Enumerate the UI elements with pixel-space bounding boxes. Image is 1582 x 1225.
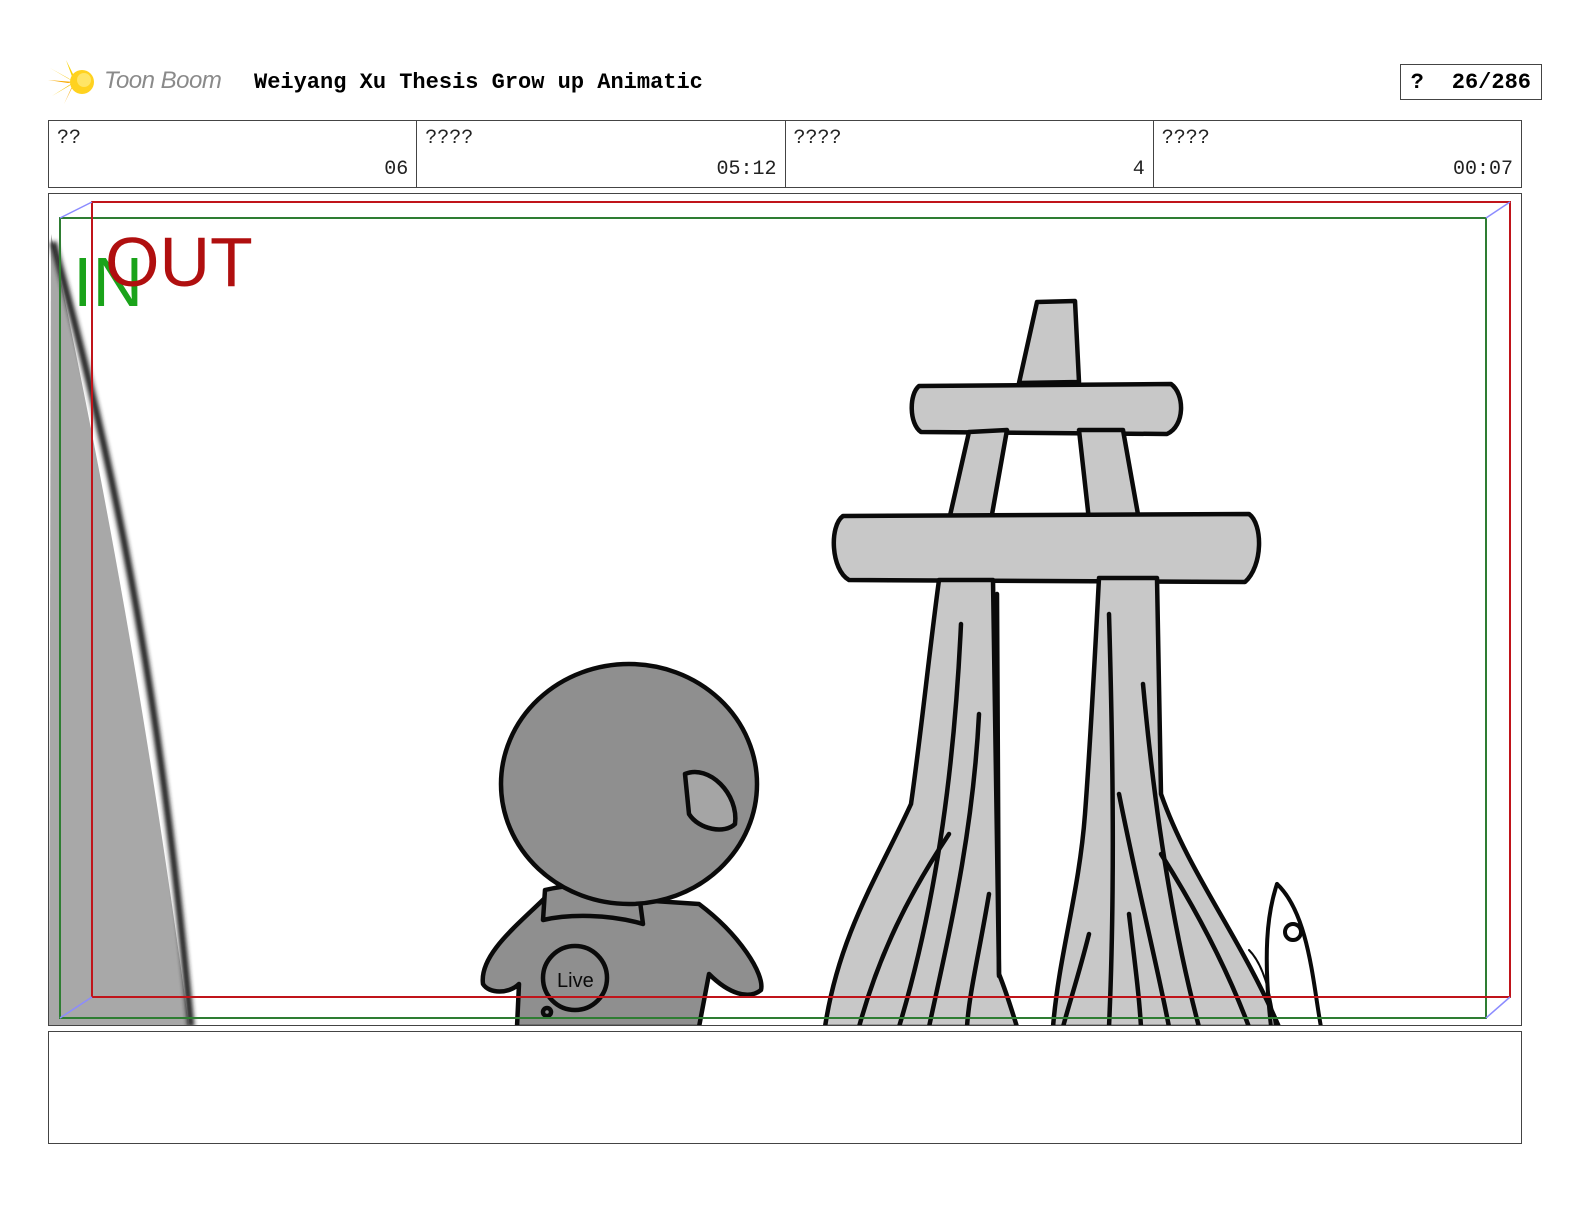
info-label: ???? [425,127,474,150]
page-indicator: ? 26/286 [1399,64,1542,100]
toon-boom-logo-icon [48,58,100,106]
character-drawing: Live [480,661,764,1025]
info-label: ?? [57,127,82,150]
storyboard-panel: Live IN OUT [48,193,1522,1026]
frame-guides [59,201,1511,1019]
page-number: 26/286 [1451,69,1531,95]
panel-drawing: Live IN OUT [49,201,1511,1025]
patch-text: Live [557,970,594,992]
page-header: Toon Boom Weiyang Xu Thesis Grow up Anim… [48,58,1542,106]
gate-drawing [823,298,1281,1025]
info-value: 05:12 [716,158,777,181]
project-title: Weiyang Xu Thesis Grow up Animatic [254,70,703,95]
page-label: ? [1410,69,1424,95]
info-value: 00:07 [1452,158,1513,181]
info-value: 06 [384,158,409,181]
notes-box[interactable] [48,1031,1522,1144]
panel-info-row: ?? 06 ???? 05:12 ???? 4 ???? 00:07 [48,120,1522,188]
info-label: ???? [1161,127,1210,150]
info-cell-shot: ???? 4 [786,121,1154,187]
info-cell-panel: ?? 06 [49,121,418,187]
info-value: 4 [1132,158,1145,181]
info-cell-scene: ???? 05:12 [417,121,786,187]
logo-text: Toon Boom [104,67,222,94]
out-label: OUT [105,223,253,301]
info-cell-duration: ???? 00:07 [1154,121,1521,187]
foreground-blur-shape [49,234,195,1025]
info-label: ???? [793,127,842,150]
